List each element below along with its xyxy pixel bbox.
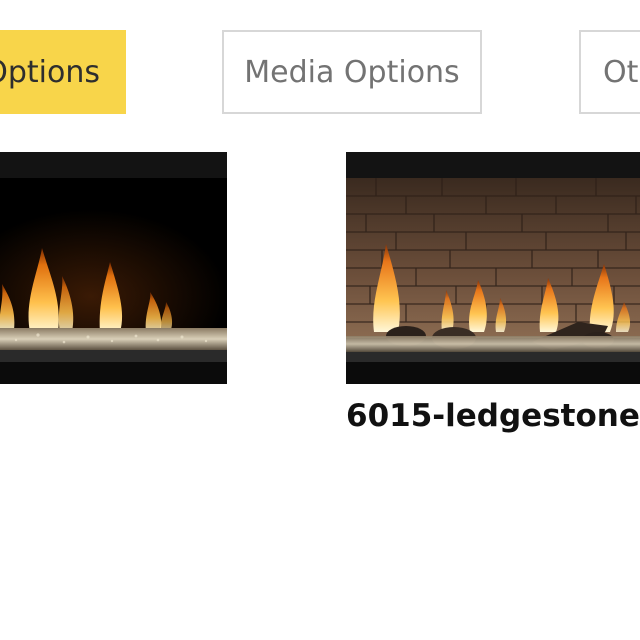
fireplace-ledgestone-graphic — [346, 152, 640, 384]
fireplace-caption-ledgestone: 6015-ledgestone — [346, 398, 640, 434]
tab-other-options-label: Ot — [603, 54, 639, 90]
tab-media-options-label: Media Options — [244, 54, 460, 90]
tab-options[interactable]: Options — [0, 30, 126, 114]
tab-options-label: Options — [0, 54, 100, 90]
fireplace-crystal-graphic — [0, 152, 227, 384]
tab-media-options[interactable]: Media Options — [222, 30, 482, 114]
fireplace-image-crystal[interactable] — [0, 152, 227, 384]
tab-other-options[interactable]: Ot — [579, 30, 640, 114]
fireplace-options-page: Options Media Options Ot — [0, 0, 640, 640]
fireplace-image-ledgestone[interactable] — [346, 152, 640, 384]
